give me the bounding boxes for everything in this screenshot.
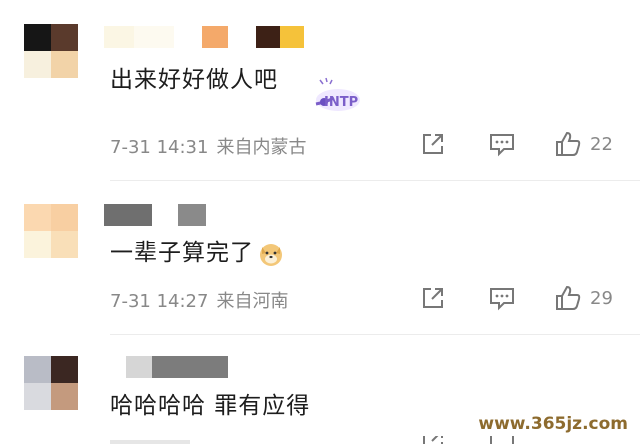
intp-badge-icon: INTP	[312, 74, 360, 114]
share-icon	[423, 134, 443, 154]
avatar[interactable]	[24, 204, 78, 258]
share-icon	[423, 436, 443, 444]
thumbs-up-icon	[556, 285, 581, 310]
comment-meta-partial	[110, 434, 430, 444]
comment-text: 一辈子算完了	[110, 233, 284, 267]
comment-meta: 7-31 14:31 来自内蒙古	[110, 133, 306, 159]
comment-location: 来自河南	[216, 291, 289, 312]
comment-icon	[490, 288, 514, 311]
username-blurred[interactable]	[104, 204, 206, 226]
comment-text-content: 一辈子算完了	[110, 240, 254, 266]
like-button[interactable]: 22	[554, 130, 613, 158]
divider	[110, 334, 640, 335]
watermark: www.365jz.com	[478, 414, 628, 434]
reply-button[interactable]	[488, 285, 516, 311]
username-blurred[interactable]	[126, 356, 228, 378]
reply-button[interactable]	[488, 436, 516, 444]
share-button[interactable]	[420, 285, 446, 311]
like-count: 29	[590, 287, 613, 309]
comment-location: 来自内蒙古	[216, 137, 307, 158]
intp-badge-label: INTP	[324, 95, 358, 110]
share-button[interactable]	[420, 436, 446, 444]
share-button[interactable]	[420, 131, 446, 157]
thumbs-up-icon	[556, 131, 581, 156]
share-icon	[423, 288, 443, 308]
like-count: 22	[590, 133, 613, 155]
comment-time: 7-31 14:27	[110, 291, 209, 312]
reply-button[interactable]	[488, 131, 516, 157]
comment-text: 哈哈哈哈 罪有应得	[110, 393, 311, 419]
comment-time: 7-31 14:31	[110, 137, 209, 158]
comment-meta: 7-31 14:27 来自河南	[110, 287, 288, 313]
like-button[interactable]: 29	[554, 284, 613, 312]
avatar[interactable]	[24, 356, 78, 410]
comment-icon	[490, 134, 514, 157]
avatar[interactable]	[24, 24, 78, 78]
divider	[110, 180, 640, 181]
username-blurred[interactable]	[104, 26, 304, 48]
dog-face-icon	[260, 243, 282, 266]
comment-icon	[490, 436, 514, 444]
comment-text: 出来好好做人吧	[110, 67, 278, 93]
